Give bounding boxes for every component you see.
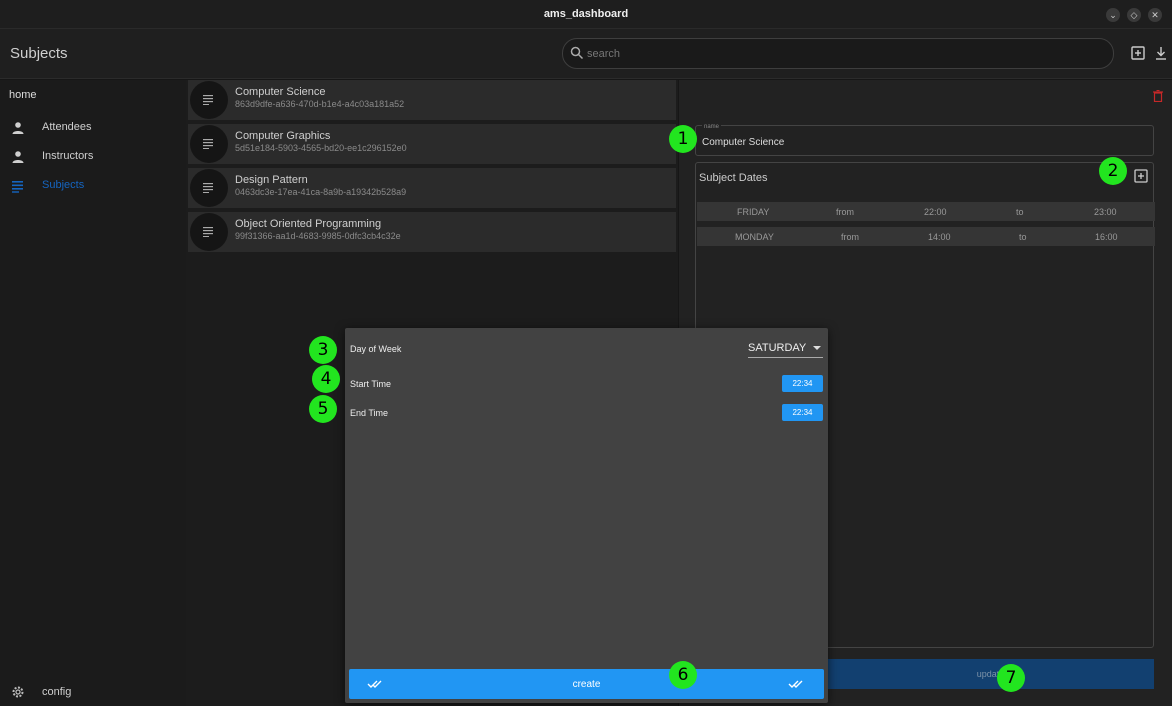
- maximize-icon[interactable]: ◇: [1127, 8, 1141, 22]
- subject-name: Design Pattern: [235, 174, 308, 186]
- search-bar[interactable]: [562, 38, 1114, 69]
- subject-list-icon: [203, 95, 213, 105]
- app-bar: Subjects: [0, 29, 1172, 79]
- day-of-week-select[interactable]: SATURDAY: [748, 338, 823, 358]
- date-end: 23:00: [1094, 207, 1117, 217]
- add-box-icon[interactable]: [1130, 45, 1146, 61]
- date-row[interactable]: MONDAY from 14:00 to 16:00: [697, 227, 1155, 246]
- subject-name: Computer Science: [235, 86, 326, 98]
- add-date-icon[interactable]: [1134, 169, 1148, 183]
- date-from-label: from: [841, 232, 859, 242]
- download-icon[interactable]: [1153, 45, 1169, 61]
- date-row[interactable]: FRIDAY from 22:00 to 23:00: [697, 202, 1155, 221]
- subject-dates-title: Subject Dates: [699, 172, 768, 184]
- person-icon: [12, 151, 24, 163]
- create-button-label: create: [572, 679, 601, 690]
- window-title: ams_dashboard: [543, 8, 629, 20]
- start-time-label: Start Time: [350, 379, 392, 389]
- subject-id: 863d9dfe-a636-470d-b1e4-a4c03a181a52: [235, 99, 405, 109]
- date-to-label: to: [1016, 207, 1024, 217]
- date-day: MONDAY: [735, 232, 774, 242]
- list-item[interactable]: Computer Graphics 5d51e184-5903-4565-bd2…: [188, 124, 676, 164]
- annotation-marker-7: 7: [997, 664, 1025, 692]
- add-date-dialog: Day of Week SATURDAY Start Time 22:34 En…: [345, 328, 828, 703]
- subject-name: Object Oriented Programming: [235, 218, 382, 230]
- list-item[interactable]: Object Oriented Programming 99f31366-aa1…: [188, 212, 676, 252]
- date-start: 14:00: [928, 232, 951, 242]
- annotation-marker-2: 2: [1099, 157, 1127, 185]
- subject-name: Computer Graphics: [235, 130, 331, 142]
- close-icon[interactable]: ✕: [1148, 8, 1162, 22]
- subject-id: 5d51e184-5903-4565-bd20-ee1c296152e0: [235, 143, 407, 153]
- day-of-week-label: Day of Week: [350, 344, 402, 354]
- page-title: Subjects: [10, 45, 68, 62]
- subject-list-icon: [12, 181, 23, 193]
- title-bar: ams_dashboard ⌄ ◇ ✕: [0, 0, 1172, 29]
- gear-icon: [12, 686, 24, 698]
- person-icon: [12, 122, 24, 134]
- end-time-label: End Time: [350, 408, 389, 418]
- date-from-label: from: [836, 207, 854, 217]
- annotation-marker-5: 5: [309, 395, 337, 423]
- sidebar-item-label: Subjects: [42, 179, 85, 191]
- list-item[interactable]: Computer Science 863d9dfe-a636-470d-b1e4…: [188, 80, 676, 120]
- avatar: [190, 213, 228, 251]
- create-button[interactable]: create: [349, 669, 824, 699]
- date-start: 22:00: [924, 207, 947, 217]
- delete-icon[interactable]: [1153, 90, 1163, 102]
- subject-id: 0463dc3e-17ea-41ca-8a9b-a19342b528a9: [235, 187, 407, 197]
- app-window: ams_dashboard ⌄ ◇ ✕ Subjects home: [0, 0, 1172, 706]
- name-field-label: name: [702, 124, 722, 130]
- name-field-value[interactable]: Computer Science: [702, 137, 784, 148]
- date-day: FRIDAY: [737, 207, 770, 217]
- date-end: 16:00: [1095, 232, 1118, 242]
- subject-list-icon: [203, 183, 213, 193]
- sidebar-item-subjects[interactable]: Subjects: [0, 171, 186, 199]
- subject-list-icon: [203, 139, 213, 149]
- done-all-icon: [788, 680, 803, 688]
- annotation-marker-1: 1: [669, 125, 697, 153]
- chevron-down-icon: [813, 346, 821, 350]
- search-input[interactable]: [587, 45, 1087, 63]
- subject-list-icon: [203, 227, 213, 237]
- date-to-label: to: [1019, 232, 1027, 242]
- sidebar-item-instructors[interactable]: Instructors: [0, 142, 186, 170]
- search-icon: [570, 46, 584, 60]
- subject-id: 99f31366-aa1d-4683-9985-0dfc3cb4c32e: [235, 231, 401, 241]
- sidebar-item-label: Attendees: [42, 121, 92, 133]
- minimize-icon[interactable]: ⌄: [1106, 8, 1120, 22]
- annotation-marker-4: 4: [312, 365, 340, 393]
- day-of-week-value: SATURDAY: [748, 342, 807, 354]
- update-button[interactable]: update: [827, 659, 1154, 689]
- name-field[interactable]: name Computer Science: [695, 124, 1154, 156]
- end-time-button[interactable]: 22:34: [782, 404, 823, 421]
- avatar: [190, 169, 228, 207]
- sidebar-item-label: Instructors: [42, 150, 94, 162]
- list-item[interactable]: Design Pattern 0463dc3e-17ea-41ca-8a9b-a…: [188, 168, 676, 208]
- sidebar-item-label: config: [42, 686, 72, 698]
- sidebar-home-link[interactable]: home: [9, 89, 37, 101]
- annotation-marker-6: 6: [669, 661, 697, 689]
- sidebar-item-config[interactable]: config: [0, 680, 186, 706]
- update-button-label: update: [976, 669, 1005, 679]
- sidebar: home Attendees Instructors Subjects conf…: [0, 80, 186, 706]
- annotation-marker-3: 3: [309, 336, 337, 364]
- sidebar-item-attendees[interactable]: Attendees: [0, 113, 186, 141]
- avatar: [190, 125, 228, 163]
- start-time-button[interactable]: 22:34: [782, 375, 823, 392]
- avatar: [190, 81, 228, 119]
